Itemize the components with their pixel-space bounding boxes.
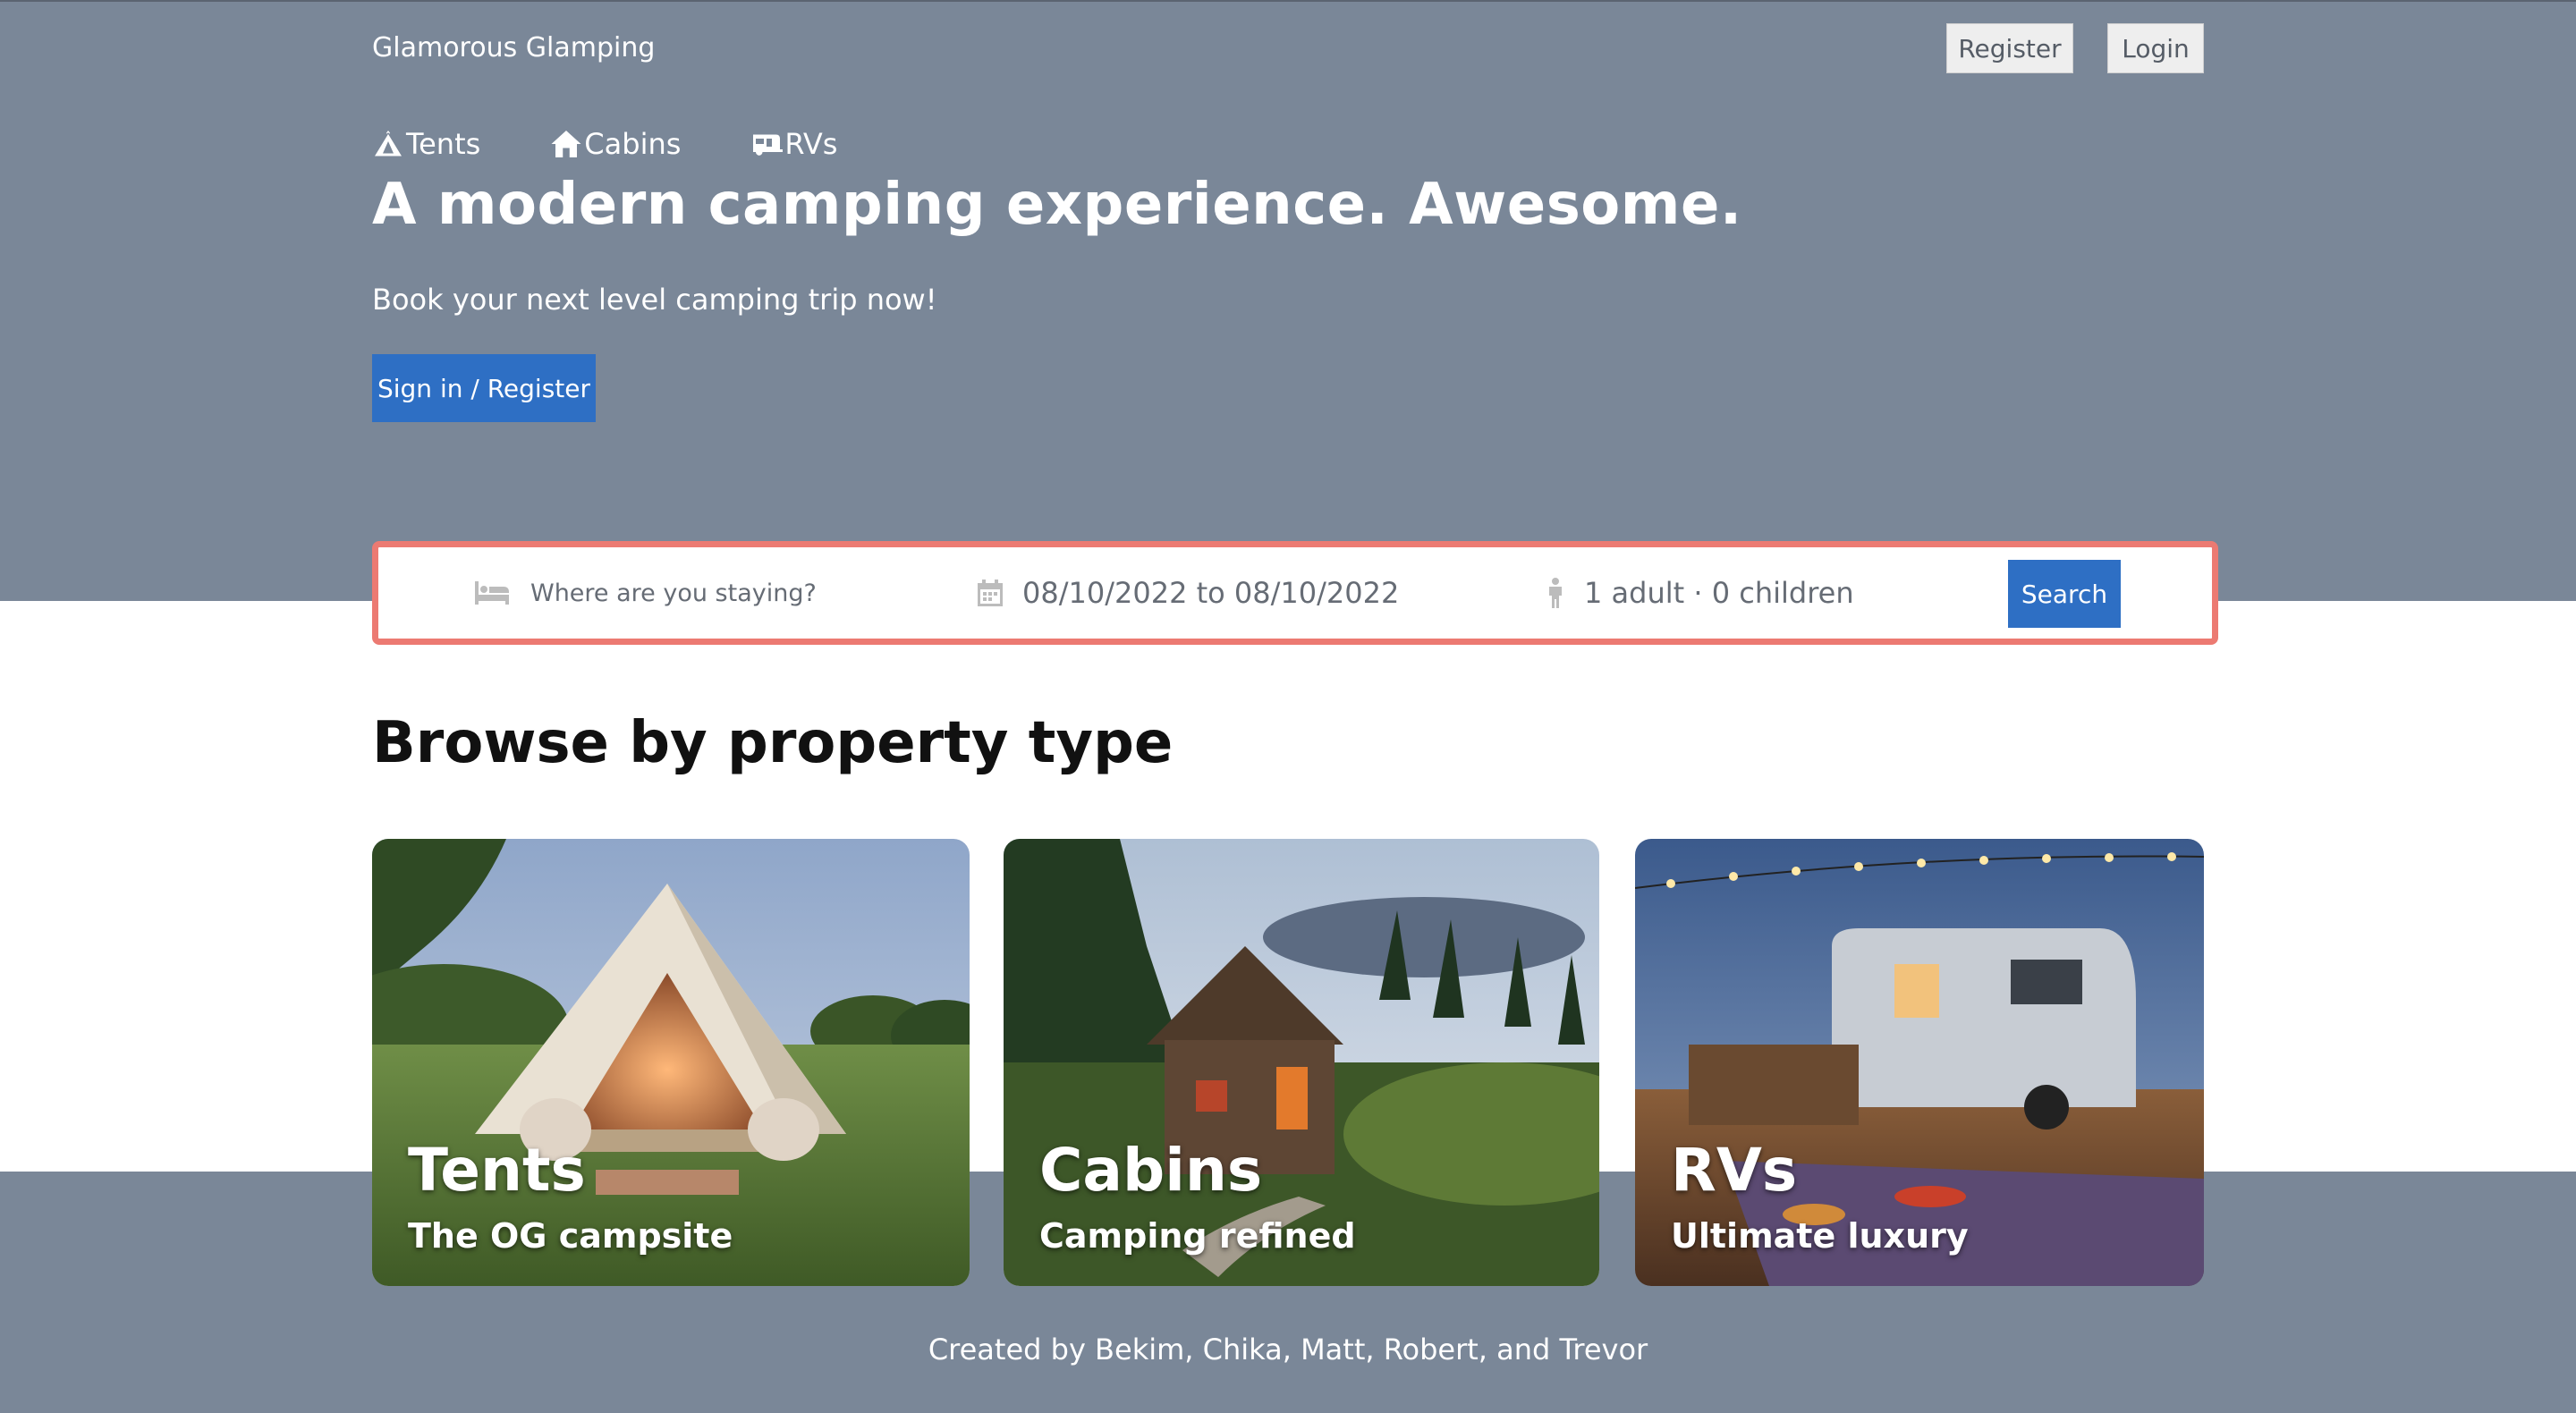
person-icon xyxy=(1549,578,1562,608)
nav-item-rvs[interactable]: RVs xyxy=(750,127,837,161)
bed-icon xyxy=(475,581,509,605)
card-title-cabins: Cabins xyxy=(1039,1136,1263,1205)
search-button[interactable]: Search xyxy=(2008,560,2121,628)
brand-logo-text[interactable]: Glamorous Glamping xyxy=(372,32,655,63)
card-subtitle-rvs: Ultimate luxury xyxy=(1671,1216,1969,1256)
guests-value: 1 adult · 0 children xyxy=(1584,576,1854,610)
card-subtitle-cabins: Camping refined xyxy=(1039,1216,1356,1256)
nav-label-rvs: RVs xyxy=(784,127,838,161)
hero-headline: A modern camping experience. Awesome. xyxy=(372,172,1742,238)
calendar-icon xyxy=(978,580,1003,606)
category-nav: Tents Cabins RVs xyxy=(372,127,837,161)
search-bar: Where are you staying? 08/10/2022 to 08/… xyxy=(372,541,2218,645)
property-card-rvs[interactable]: RVs Ultimate luxury xyxy=(1635,839,2204,1286)
hero-banner: Glamorous Glamping Register Login Tents … xyxy=(0,0,2576,601)
date-range-input[interactable]: 08/10/2022 to 08/10/2022 xyxy=(978,547,1399,639)
nav-label-cabins: Cabins xyxy=(584,127,682,161)
card-subtitle-tents: The OG campsite xyxy=(408,1216,733,1256)
nav-item-cabins[interactable]: Cabins xyxy=(550,127,681,161)
caravan-icon xyxy=(753,134,784,156)
card-title-rvs: RVs xyxy=(1671,1136,1798,1205)
sign-in-register-button[interactable]: Sign in / Register xyxy=(372,354,596,422)
destination-input[interactable]: Where are you staying? xyxy=(473,547,817,639)
house-icon xyxy=(551,131,581,157)
nav-label-tents: Tents xyxy=(406,127,481,161)
property-card-tents[interactable]: Tents The OG campsite xyxy=(372,839,970,1286)
register-button[interactable]: Register xyxy=(1946,23,2073,73)
date-range-value: 08/10/2022 to 08/10/2022 xyxy=(1022,576,1400,610)
guests-input[interactable]: 1 adult · 0 children xyxy=(1546,547,1854,639)
property-card-cabins[interactable]: Cabins Camping refined xyxy=(1004,839,1599,1286)
card-title-tents: Tents xyxy=(408,1136,586,1205)
nav-item-tents[interactable]: Tents xyxy=(372,127,480,161)
login-button[interactable]: Login xyxy=(2107,23,2204,73)
tent-icon xyxy=(375,131,402,157)
hero-subline: Book your next level camping trip now! xyxy=(372,283,937,317)
destination-placeholder: Where are you staying? xyxy=(530,579,817,607)
browse-heading: Browse by property type xyxy=(372,710,1174,776)
footer-credits: Created by Bekim, Chika, Matt, Robert, a… xyxy=(928,1333,1648,1366)
